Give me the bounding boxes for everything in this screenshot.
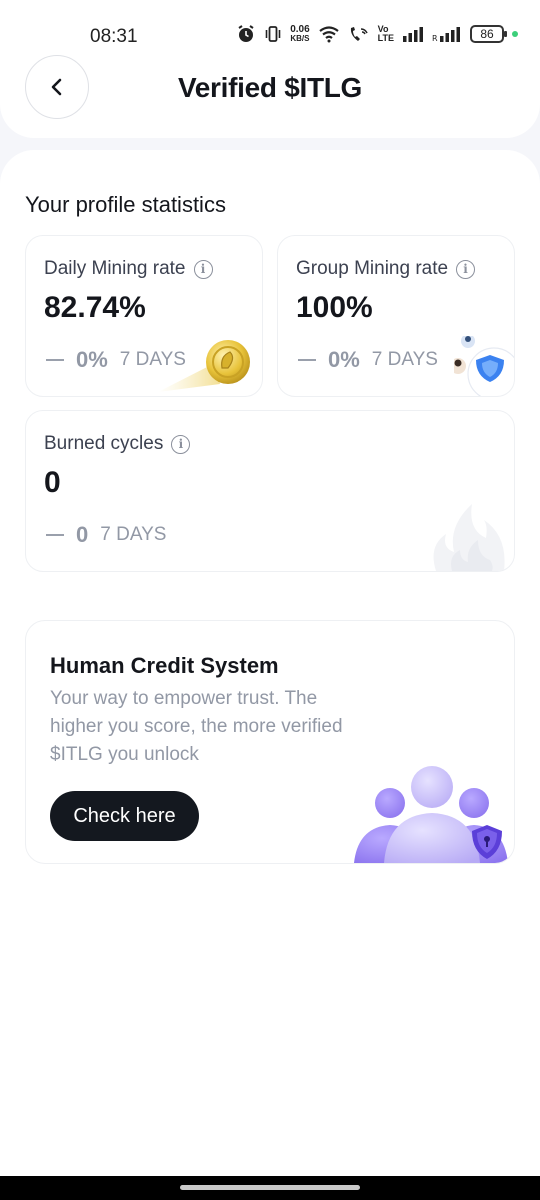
people-shield-icon — [354, 766, 508, 863]
info-icon[interactable]: i — [456, 259, 476, 279]
group-trend-period: 7 DAYS — [371, 349, 438, 370]
human-credit-card: Human Credit System Your way to empower … — [25, 620, 515, 864]
daily-mining-label: Daily Mining rate — [44, 258, 186, 279]
group-mining-label-row: Group Mining rate i — [296, 258, 476, 280]
daily-mining-value: 82.74% — [44, 291, 146, 324]
gold-coin-icon — [158, 340, 250, 392]
volte-indicator: Vo LTE — [377, 24, 394, 43]
group-trend-percent: 0% — [328, 347, 360, 372]
burned-cycles-trend: 0 7 DAYS — [46, 522, 166, 548]
vibrate-icon — [265, 26, 281, 42]
trend-dash-icon — [46, 534, 64, 536]
hcs-title: Human Credit System — [50, 653, 279, 678]
status-icons: 0.06 KB/S Vo LTE R 86 — [236, 24, 518, 44]
wifi-call-icon — [350, 27, 368, 41]
group-mining-value: 100% — [296, 291, 373, 324]
group-mining-label: Group Mining rate — [296, 258, 449, 279]
trend-dash-icon — [298, 359, 316, 361]
alarm-icon — [238, 25, 254, 42]
privacy-dot — [512, 31, 518, 37]
burned-cycles-value: 0 — [44, 466, 61, 499]
svg-text:R: R — [432, 34, 438, 42]
status-time: 08:31 — [90, 26, 138, 47]
status-bar: 08:31 0.06 KB/S Vo LTE R 86 — [0, 0, 540, 60]
burned-cycles-card[interactable]: Burned cycles i 0 0 7 DAYS — [25, 410, 515, 572]
gesture-nav-bar — [0, 1176, 540, 1200]
daily-mining-label-row: Daily Mining rate i — [44, 258, 213, 280]
burned-trend-value: 0 — [76, 522, 89, 547]
burned-trend-period: 7 DAYS — [100, 524, 167, 545]
page-title: Verified $ITLG — [177, 72, 363, 103]
info-icon[interactable]: i — [171, 434, 191, 454]
trend-dash-icon — [46, 359, 64, 361]
signal-roaming-icon: R — [432, 27, 460, 42]
info-icon[interactable]: i — [193, 259, 213, 279]
group-shield-icon — [454, 336, 514, 396]
flame-icon — [433, 504, 505, 571]
check-here-button[interactable]: Check here — [50, 791, 199, 841]
burned-cycles-label: Burned cycles — [44, 433, 164, 454]
wifi-icon — [318, 26, 339, 43]
daily-trend-percent: 0% — [76, 347, 108, 372]
signal-icon — [403, 27, 423, 42]
burned-cycles-label-row: Burned cycles i — [44, 433, 191, 455]
net-speed: 0.06 KB/S — [290, 24, 310, 44]
main-content: Your profile statistics Daily Mining rat… — [0, 150, 540, 1180]
section-title: Your profile statistics — [25, 192, 226, 217]
group-mining-trend: 0% 7 DAYS — [298, 347, 438, 373]
home-indicator[interactable] — [180, 1185, 360, 1190]
battery-icon: 86 — [470, 25, 507, 43]
daily-mining-card[interactable]: Daily Mining rate i 82.74% 0% 7 DAYS — [25, 235, 263, 397]
hcs-description: Your way to empower trust. The higher yo… — [50, 688, 343, 765]
group-mining-card[interactable]: Group Mining rate i 100% 0% 7 DAYS — [277, 235, 515, 397]
